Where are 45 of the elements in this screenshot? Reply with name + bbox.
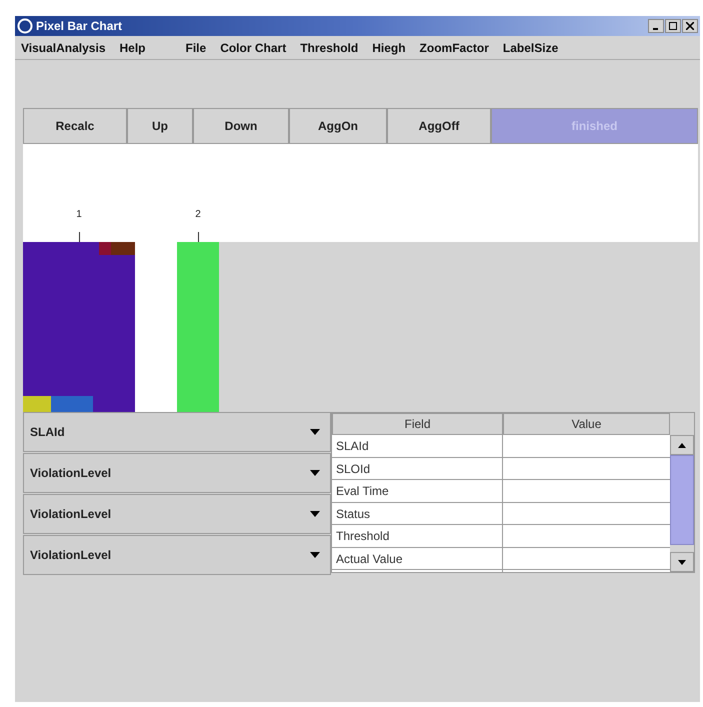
table-cell: Threshold <box>332 525 503 546</box>
window-title: Pixel Bar Chart <box>36 18 122 35</box>
logo-icon <box>17 18 33 34</box>
minimize-button[interactable] <box>648 19 664 33</box>
caret-icon <box>310 511 320 517</box>
toolbar-button[interactable]: AggOff <box>387 108 491 144</box>
tick-mark <box>78 232 80 242</box>
menu-item[interactable]: Color Chart <box>220 38 286 56</box>
bar-label: 1 <box>76 208 82 222</box>
menu-item[interactable]: Help <box>120 38 146 56</box>
dropdown[interactable]: ViolationLevel <box>23 535 331 575</box>
bar-label: 2 <box>195 208 201 222</box>
table-cell: Status <box>332 502 503 524</box>
table-cell: SLAId <box>332 435 503 456</box>
table-cell: SLOId <box>332 458 503 479</box>
maximize-button[interactable] <box>665 19 681 33</box>
column-header[interactable]: Value <box>503 413 670 435</box>
menu-item[interactable]: File <box>186 38 206 56</box>
table-cell: Actual Value <box>332 548 503 569</box>
table-cell: Eval Time <box>332 480 503 502</box>
caret-icon <box>310 552 320 558</box>
up-arrow-icon <box>678 442 686 448</box>
dropdown[interactable]: SLAId <box>23 412 331 452</box>
maximize-icon <box>669 22 677 30</box>
menu-item[interactable]: ZoomFactor <box>420 38 489 56</box>
toolbar-button[interactable]: Up <box>127 108 193 144</box>
pixel-bar-icon <box>23 242 135 412</box>
dropdown[interactable]: ViolationLevel <box>23 494 331 534</box>
caret-icon <box>310 429 320 435</box>
caret-icon <box>310 470 320 476</box>
scrollbar[interactable] <box>670 413 694 572</box>
scrollbar-thumb[interactable] <box>670 455 694 545</box>
menu-item[interactable]: LabelSize <box>502 38 558 56</box>
close-icon <box>686 22 694 30</box>
menu-item[interactable]: Threshold <box>300 38 358 56</box>
toolbar-button[interactable]: AggOn <box>289 108 387 144</box>
toolbar-button[interactable]: Down <box>193 108 289 144</box>
dropdown[interactable]: ViolationLevel <box>23 453 331 493</box>
menu-item[interactable]: Hiegh <box>372 38 406 56</box>
down-arrow-icon <box>678 560 686 564</box>
menu-item[interactable]: VisualAnalysis <box>21 38 106 56</box>
close-button[interactable] <box>682 19 698 33</box>
pixel-bar-icon <box>177 242 219 412</box>
column-header[interactable]: Field <box>332 413 503 435</box>
toolbar-button[interactable]: Recalc <box>23 108 127 144</box>
